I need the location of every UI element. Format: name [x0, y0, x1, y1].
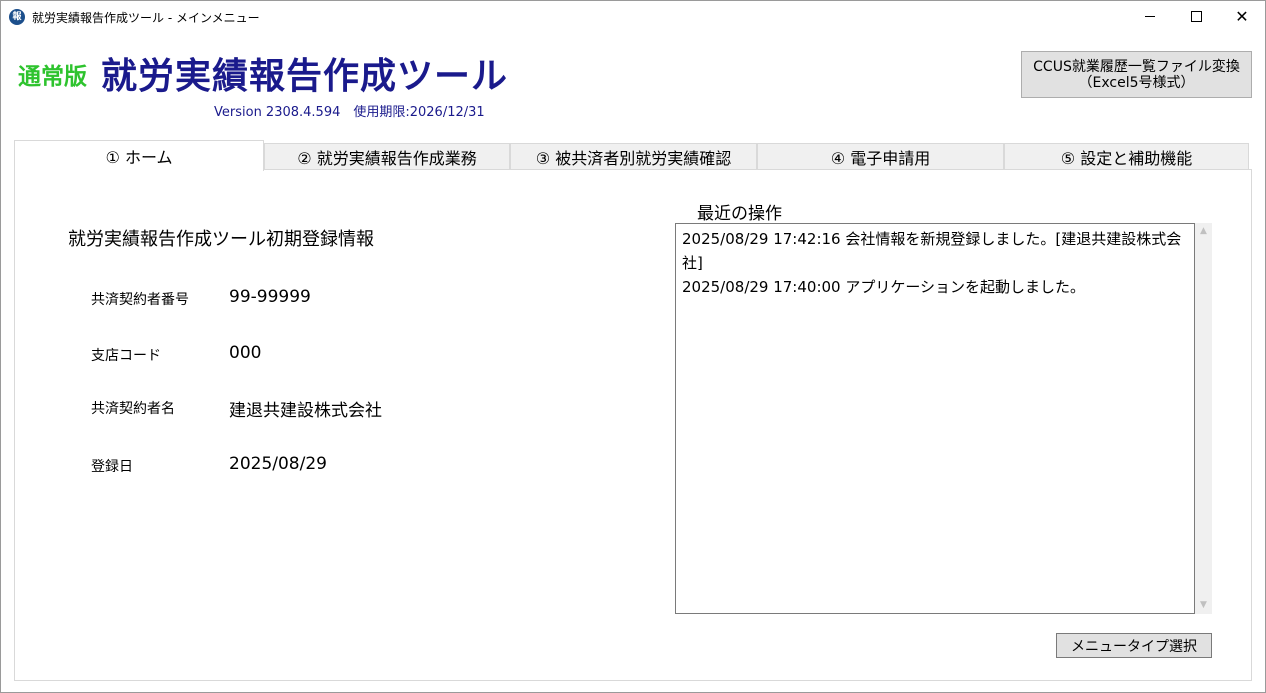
app-icon: 報 — [9, 9, 25, 25]
close-button[interactable]: ✕ — [1219, 1, 1265, 32]
log-scrollbar[interactable]: ▲ ▼ — [1195, 223, 1212, 614]
menu-type-button-label: メニュータイプ選択 — [1071, 638, 1197, 655]
tab-home[interactable]: ① ホーム — [14, 140, 264, 171]
minimize-button[interactable] — [1127, 1, 1173, 32]
contractor-name-value: 建退共建設株式会社 — [229, 401, 382, 421]
scroll-up-icon[interactable]: ▲ — [1195, 223, 1212, 240]
edition-label: 通常版 — [18, 64, 87, 90]
window-title: 就労実績報告作成ツール - メインメニュー — [32, 11, 260, 25]
contract-number-label: 共済契約者番号 — [91, 292, 189, 308]
ccus-button-line1: CCUS就業履歴一覧ファイル変換 — [1033, 58, 1240, 75]
menu-type-select-button[interactable]: メニュータイプ選択 — [1056, 633, 1212, 658]
app-title: 就労実績報告作成ツール — [101, 56, 509, 97]
tab-label: ② 就労実績報告作成業務 — [297, 148, 477, 168]
ccus-button-line2: （Excel5号様式） — [1078, 74, 1195, 91]
recent-operations-title: 最近の操作 — [697, 204, 782, 224]
branch-code-label: 支店コード — [91, 348, 161, 364]
scroll-down-icon[interactable]: ▼ — [1195, 597, 1212, 614]
tab-label: ③ 被共済者別就労実績確認 — [535, 148, 732, 168]
log-entry: 2025/08/29 17:40:00 アプリケーションを起動しました。 — [682, 278, 1086, 296]
recent-operations-log[interactable]: 2025/08/29 17:42:16 会社情報を新規登録しました。[建退共建設… — [675, 223, 1195, 614]
maximize-button[interactable] — [1173, 1, 1219, 32]
ccus-convert-button[interactable]: CCUS就業履歴一覧ファイル変換 （Excel5号様式） — [1021, 51, 1252, 98]
contractor-name-label: 共済契約者名 — [91, 401, 175, 417]
minimize-icon — [1145, 16, 1155, 17]
log-entry: 2025/08/29 17:42:16 会社情報を新規登録しました。[建退共建設… — [682, 230, 1182, 272]
registration-date-value: 2025/08/29 — [229, 454, 327, 474]
maximize-icon — [1190, 11, 1202, 22]
tab-label: ① ホーム — [105, 148, 173, 167]
title-bar[interactable]: 報 就労実績報告作成ツール - メインメニュー ✕ — [1, 1, 1265, 32]
tab-settings[interactable]: ⑤ 設定と補助機能 — [1004, 143, 1249, 169]
registration-date-label: 登録日 — [91, 459, 133, 475]
tab-label: ④ 電子申請用 — [830, 148, 931, 168]
tab-electronic-application[interactable]: ④ 電子申請用 — [757, 143, 1004, 169]
version-label: Version 2308.4.594 使用期限:2026/12/31 — [214, 105, 485, 120]
section-title: 就労実績報告作成ツール初期登録情報 — [68, 229, 374, 250]
tab-label: ⑤ 設定と補助機能 — [1060, 148, 1193, 168]
branch-code-value: 000 — [229, 343, 262, 363]
tab-report-creation[interactable]: ② 就労実績報告作成業務 — [264, 143, 510, 169]
main-window: 報 就労実績報告作成ツール - メインメニュー ✕ 通常版 就労実績報告作成ツー… — [0, 0, 1266, 693]
contract-number-value: 99-99999 — [229, 287, 311, 307]
close-icon: ✕ — [1235, 6, 1249, 26]
tab-member-confirmation[interactable]: ③ 被共済者別就労実績確認 — [510, 143, 757, 169]
